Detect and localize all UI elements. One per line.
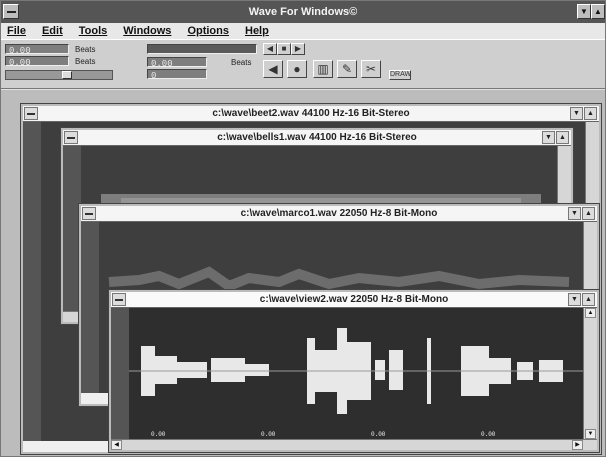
- position-slider-thumb[interactable]: [62, 71, 72, 79]
- minimize-icon[interactable]: ▼: [570, 107, 583, 120]
- app-titlebar[interactable]: Wave For Windows© ▼ ▲: [1, 1, 605, 23]
- waveform-display[interactable]: 0.00 0.00 0.00 0.00: [129, 308, 583, 439]
- menu-help[interactable]: Help: [245, 25, 269, 37]
- length-readout: 0.00: [5, 56, 69, 68]
- app-title: Wave For Windows©: [248, 6, 358, 18]
- menu-windows[interactable]: Windows: [123, 25, 171, 37]
- wave-window-marco1-title[interactable]: c:\wave\marco1.wav 22050 Hz-8 Bit-Mono ▼…: [81, 206, 597, 222]
- wave-burst: [155, 356, 177, 384]
- wave-window-title-text: c:\wave\marco1.wav 22050 Hz-8 Bit-Mono: [240, 208, 438, 219]
- maximize-icon[interactable]: ▲: [556, 131, 569, 144]
- time-label: 0.00: [481, 431, 496, 438]
- scroll-left-icon[interactable]: ◀: [111, 440, 122, 450]
- record-icon[interactable]: ●: [287, 60, 307, 78]
- minimize-icon[interactable]: ▼: [568, 293, 581, 306]
- wave-window-title-text: c:\wave\view2.wav 22050 Hz-8 Bit-Mono: [259, 294, 449, 305]
- rewind-icon[interactable]: ◀: [263, 43, 277, 55]
- maximize-icon[interactable]: ▲: [584, 107, 597, 120]
- selection-tool-icon[interactable]: ▥: [313, 60, 333, 78]
- minimize-icon[interactable]: ▼: [542, 131, 555, 144]
- system-menu-icon[interactable]: [3, 4, 19, 19]
- mdi-workspace: c:\wave\beet2.wav 44100 Hz-16 Bit-Stereo…: [1, 90, 605, 456]
- scroll-down-icon[interactable]: ▼: [585, 429, 596, 439]
- scroll-right-icon[interactable]: ▶: [572, 440, 583, 450]
- time-label: 0.00: [151, 431, 166, 438]
- time-label: 0.00: [261, 431, 276, 438]
- amplitude-ruler: [23, 122, 41, 441]
- toolbar: 0.00 Beats 0.00 Beats 0.00 Beats 0 ◀ ■ ▶…: [1, 39, 605, 89]
- menu-file[interactable]: File: [7, 25, 26, 37]
- waveform-graph: [129, 328, 583, 414]
- horizontal-scrollbar[interactable]: ◀ ▶: [111, 439, 597, 450]
- scroll-up-icon[interactable]: ▲: [585, 308, 596, 318]
- pencil-tool-icon[interactable]: ✎: [337, 60, 357, 78]
- window-menu-icon[interactable]: [24, 107, 38, 120]
- maximize-icon[interactable]: ▲: [582, 293, 595, 306]
- wave-window-title-text: c:\wave\bells1.wav 44100 Hz-16 Bit-Stere…: [217, 132, 417, 143]
- minimize-icon[interactable]: ▼: [568, 207, 581, 220]
- vertical-scrollbar[interactable]: ▲ ▼: [583, 308, 597, 439]
- menu-edit[interactable]: Edit: [42, 25, 63, 37]
- draw-button[interactable]: DRAW: [389, 70, 411, 80]
- minimize-icon[interactable]: ▼: [577, 4, 591, 19]
- stop-icon[interactable]: ■: [277, 43, 291, 55]
- time-label: 0.00: [371, 431, 386, 438]
- wave-burst: [211, 358, 245, 382]
- wave-burst: [245, 364, 269, 376]
- forward-icon[interactable]: ▶: [291, 43, 305, 55]
- position-slider[interactable]: [5, 70, 113, 80]
- wave-window-view2-title[interactable]: c:\wave\view2.wav 22050 Hz-8 Bit-Mono ▼ …: [111, 292, 597, 308]
- level-meter: [147, 44, 257, 54]
- length-unit: Beats: [75, 57, 96, 66]
- waveform-trace: [108, 266, 570, 292]
- wave-window-bells1-title[interactable]: c:\wave\bells1.wav 44100 Hz-16 Bit-Stere…: [63, 130, 571, 146]
- scissors-tool-icon[interactable]: ✂: [361, 60, 381, 78]
- menu-tools[interactable]: Tools: [79, 25, 108, 37]
- wave-window-beet2-title[interactable]: c:\wave\beet2.wav 44100 Hz-16 Bit-Stereo…: [23, 106, 599, 122]
- time-readout: 0.00: [147, 57, 207, 69]
- app-window: Wave For Windows© ▼ ▲ File Edit Tools Wi…: [0, 0, 606, 457]
- menu-bar: File Edit Tools Windows Options Help: [1, 23, 605, 39]
- window-menu-icon[interactable]: [64, 131, 78, 144]
- amplitude-ruler: [81, 222, 99, 393]
- window-menu-icon[interactable]: [82, 207, 96, 220]
- menu-options[interactable]: Options: [187, 25, 229, 37]
- wave-burst: [375, 360, 385, 380]
- wave-burst: [389, 350, 403, 390]
- position-unit: Beats: [75, 45, 96, 54]
- speaker-icon[interactable]: ◀: [263, 60, 283, 78]
- sample-readout: 0: [147, 69, 207, 81]
- amplitude-ruler: [111, 308, 129, 439]
- wave-window-title-text: c:\wave\beet2.wav 44100 Hz-16 Bit-Stereo: [212, 108, 410, 119]
- position-readout: 0.00: [5, 44, 69, 56]
- wave-window-view2[interactable]: c:\wave\view2.wav 22050 Hz-8 Bit-Mono ▼ …: [108, 289, 600, 453]
- maximize-icon[interactable]: ▲: [591, 4, 605, 19]
- window-menu-icon[interactable]: [112, 293, 126, 306]
- time-unit: Beats: [231, 58, 252, 67]
- maximize-icon[interactable]: ▲: [582, 207, 595, 220]
- wave-burst: [177, 362, 207, 378]
